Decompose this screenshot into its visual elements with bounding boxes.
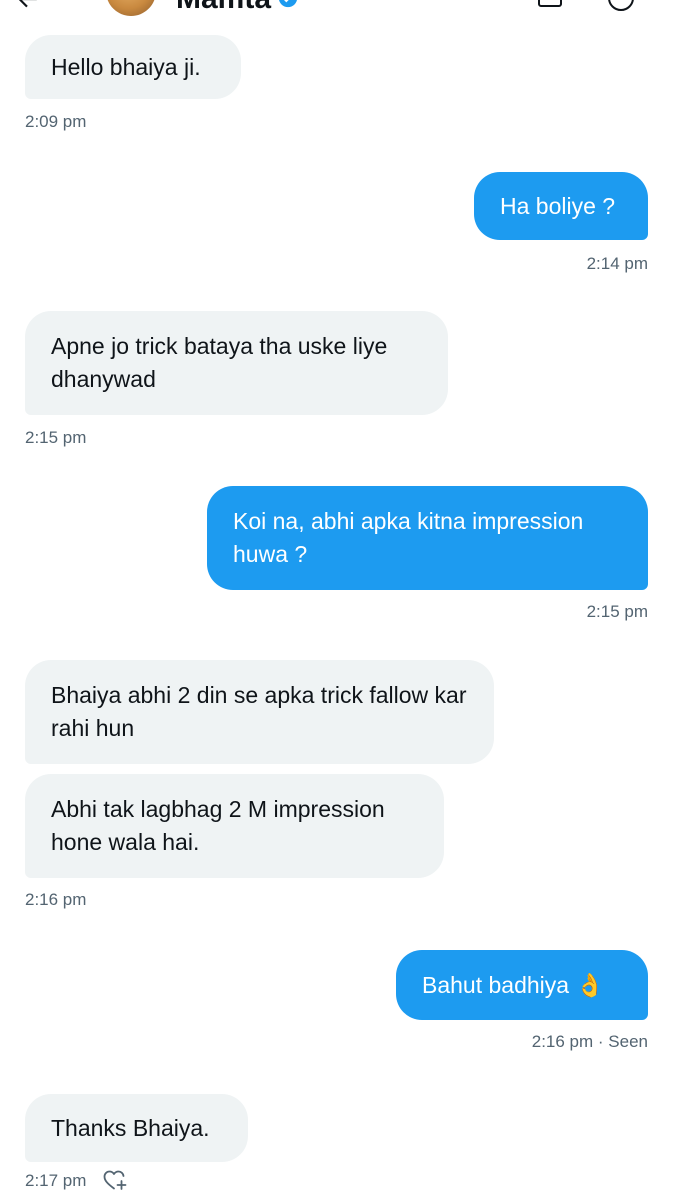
- message-bubble-outgoing[interactable]: Ha boliye ?: [474, 172, 648, 240]
- message-text: Abhi tak lagbhag 2 M impression hone wal…: [51, 796, 385, 855]
- message-text: Bhaiya abhi 2 din se apka trick fallow k…: [51, 682, 467, 741]
- message-timestamp: 2:17 pm: [25, 1171, 87, 1190]
- message-timestamp: 2:09 pm: [25, 112, 87, 131]
- message-bubble-incoming[interactable]: Hello bhaiya ji.: [25, 35, 241, 99]
- message-bubble-incoming[interactable]: Bhaiya abhi 2 din se apka trick fallow k…: [25, 660, 494, 764]
- message-timestamp: 2:16 pm · Seen: [531, 1032, 648, 1051]
- message-timestamp: 2:16 pm: [25, 890, 87, 909]
- message-timestamp: 2:15 pm: [25, 428, 87, 447]
- message-text: Hello bhaiya ji.: [51, 53, 201, 80]
- message-bubble-outgoing[interactable]: Koi na, abhi apka kitna impression huwa …: [207, 486, 648, 590]
- mail-settings-icon[interactable]: [537, 0, 567, 10]
- add-reaction-heart-icon[interactable]: [102, 1168, 128, 1192]
- info-icon[interactable]: [607, 0, 635, 12]
- message-text: Apne jo trick bataya tha uske liye dhany…: [51, 333, 388, 392]
- message-timestamp: 2:15 pm: [586, 602, 648, 621]
- message-timestamp: 2:14 pm: [586, 254, 648, 273]
- avatar[interactable]: [106, 0, 156, 16]
- message-text: Bahut badhiya 👌: [422, 971, 605, 998]
- message-bubble-incoming[interactable]: Thanks Bhaiya.: [25, 1094, 248, 1162]
- message-text: Ha boliye ?: [500, 192, 616, 219]
- message-bubble-incoming[interactable]: Abhi tak lagbhag 2 M impression hone wal…: [25, 774, 444, 878]
- conversation-header: Mamta: [0, 0, 673, 28]
- contact-name[interactable]: Mamta: [176, 0, 271, 16]
- message-bubble-outgoing[interactable]: Bahut badhiya 👌: [396, 950, 648, 1020]
- verified-badge-icon: [279, 0, 297, 8]
- message-bubble-incoming[interactable]: Apne jo trick bataya tha uske liye dhany…: [25, 311, 448, 415]
- arrow-left-icon[interactable]: [14, 0, 40, 12]
- message-text: Koi na, abhi apka kitna impression huwa …: [233, 508, 584, 567]
- message-text: Thanks Bhaiya.: [51, 1114, 210, 1141]
